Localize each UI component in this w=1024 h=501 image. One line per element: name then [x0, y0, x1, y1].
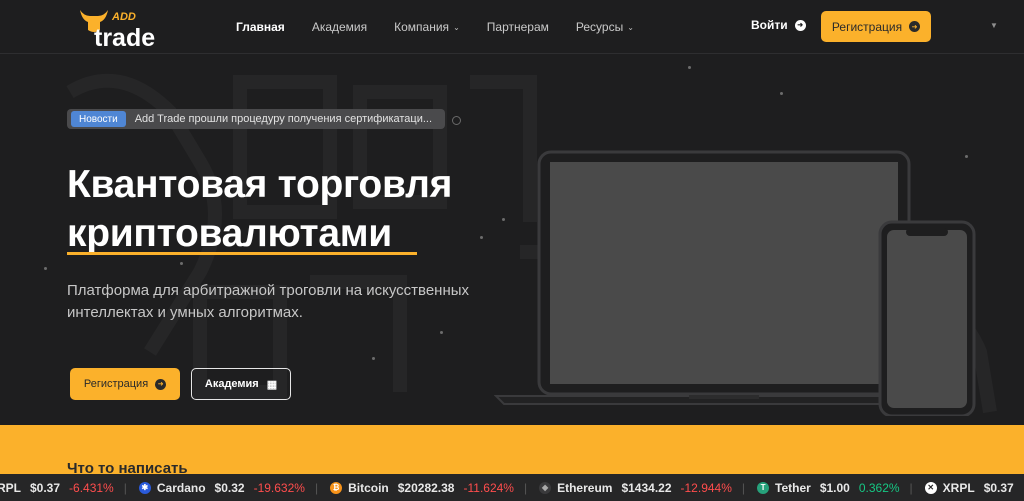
cardano-icon: ✱: [138, 481, 151, 494]
graduation-cap-icon: ▦: [266, 378, 278, 391]
ticker-item[interactable]: T Tether $1.00 0.362% |: [757, 481, 925, 495]
nav-item-home[interactable]: Главная: [236, 20, 285, 34]
login-link[interactable]: Войти ➜: [751, 18, 806, 32]
logo[interactable]: ADD trade: [76, 6, 180, 50]
hero-subtitle: Платформа для арбитражной троговли на ис…: [67, 282, 470, 321]
nav-item-academy[interactable]: Академия: [312, 20, 367, 34]
tether-icon: T: [757, 481, 770, 494]
star-dot: [688, 66, 691, 69]
star-dot: [780, 92, 783, 95]
title-underline: [67, 252, 417, 255]
news-indicator-icon: [452, 116, 461, 125]
chevron-down-icon: ⌄: [453, 22, 460, 32]
ticker-item[interactable]: ✱ Cardano $0.32 -19.632% |: [138, 480, 330, 495]
star-dot: [180, 262, 183, 265]
register-button[interactable]: Регистрация ➜: [70, 368, 180, 400]
ticker-item[interactable]: ✕ XRPL $0.37: [924, 481, 1023, 495]
devices-illustration: [494, 150, 976, 416]
ticker-separator: |: [909, 480, 913, 495]
svg-text:ADD: ADD: [111, 11, 136, 23]
header: ADD trade Главная Академия Компания ⌄ Пар…: [0, 0, 1024, 54]
ticker-separator: |: [741, 480, 746, 495]
star-dot: [440, 331, 443, 334]
star-dot: [372, 357, 375, 360]
hero-title-line-2: криптовалютами: [67, 212, 392, 255]
bitcoin-icon: ₿: [330, 481, 343, 494]
ticker-separator: |: [123, 480, 127, 495]
news-badge: Новости: [71, 111, 126, 127]
star-dot: [44, 267, 47, 270]
ticker-item[interactable]: RPL $0.37 -6.431% |: [0, 481, 139, 495]
language-dropdown-icon[interactable]: ▼: [990, 21, 998, 30]
page: ADD trade Главная Академия Компания ⌄ Пар…: [0, 0, 1024, 501]
ethereum-icon: ◆: [539, 481, 552, 494]
academy-button[interactable]: Академия ▦: [191, 368, 291, 400]
nav-item-partners[interactable]: Партнерам: [487, 20, 549, 34]
arrow-circle-icon: ➜: [794, 19, 806, 31]
ticker-separator: |: [523, 480, 528, 495]
hero-title-line-1: Квантовая торговля: [67, 163, 453, 206]
main-nav: Главная Академия Компания ⌄ Партнерам Рес…: [236, 0, 661, 54]
star-dot: [480, 236, 483, 239]
news-text: Add Trade прошли процедуру получения сер…: [134, 113, 433, 125]
news-banner[interactable]: Новости Add Trade прошли процедуру получ…: [67, 109, 445, 129]
phone-icon: [878, 220, 976, 416]
crypto-ticker: RPL $0.37 -6.431% | ✱ Cardano $0.32 -19.…: [0, 474, 1024, 501]
ticker-separator: |: [314, 480, 319, 495]
nav-item-company[interactable]: Компания ⌄: [394, 20, 460, 34]
hero-title: Квантовая торговля криптовалютами: [67, 160, 452, 258]
ticker-item[interactable]: ₿ Bitcoin $20282.38 -11.624% |: [330, 481, 539, 495]
ticker-item[interactable]: ◆ Ethereum $1434.22 -12.944% |: [539, 481, 757, 495]
arrow-circle-icon: ➜: [155, 378, 167, 390]
register-button-header[interactable]: Регистрация ➜: [821, 11, 931, 42]
nav-item-resources[interactable]: Ресурсы ⌄: [576, 20, 634, 34]
svg-text:trade: trade: [94, 24, 155, 50]
arrow-circle-icon: ➜: [909, 21, 921, 32]
chevron-down-icon: ⌄: [627, 22, 634, 32]
xrp-icon: ✕: [924, 481, 937, 494]
